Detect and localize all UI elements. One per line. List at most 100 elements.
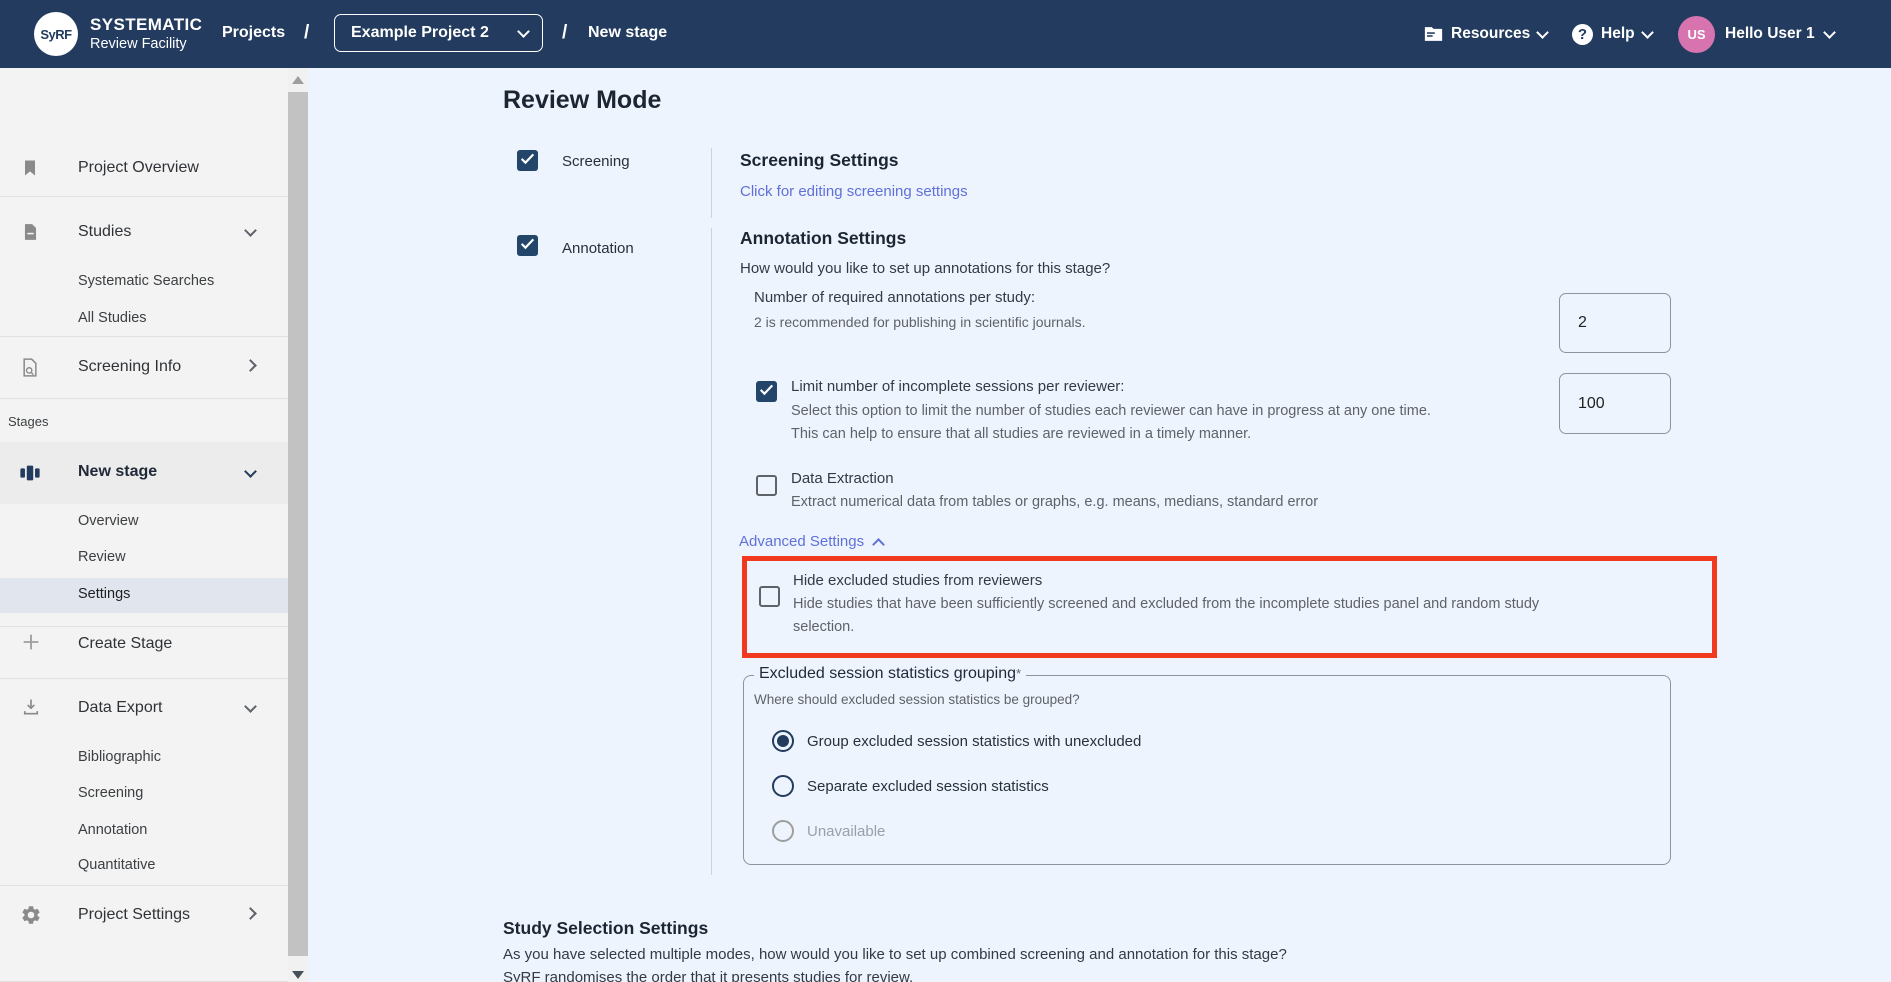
hide-excluded-checkbox[interactable] bbox=[759, 586, 780, 607]
divider bbox=[0, 626, 288, 627]
hide-excluded-desc2: selection. bbox=[793, 619, 854, 635]
sidebar-item-studies[interactable]: Studies bbox=[78, 223, 131, 241]
sidebar-item-review[interactable]: Review bbox=[78, 549, 126, 565]
document-icon bbox=[21, 221, 40, 248]
resources-menu[interactable]: Resources bbox=[1424, 0, 1547, 68]
chevron-down-icon[interactable] bbox=[244, 224, 257, 237]
sidebar-item-new-stage-label[interactable]: New stage bbox=[78, 463, 157, 481]
chevron-down-icon bbox=[517, 25, 530, 38]
divider bbox=[0, 678, 288, 679]
study-selection-heading: Study Selection Settings bbox=[503, 918, 708, 939]
advanced-settings-label: Advanced Settings bbox=[739, 533, 864, 550]
sidebar-item-quantitative[interactable]: Quantitative bbox=[78, 857, 155, 873]
data-extraction-label: Data Extraction bbox=[791, 470, 894, 487]
limit-sessions-label: Limit number of incomplete sessions per … bbox=[791, 378, 1124, 395]
top-navbar: SyRF SYSTEMATIC Review Facility Projects… bbox=[0, 0, 1891, 68]
sidebar-item-screening-info[interactable]: Screening Info bbox=[78, 358, 181, 376]
scroll-down-arrow-icon[interactable] bbox=[292, 971, 304, 979]
project-selector-button[interactable]: Example Project 2 bbox=[334, 14, 543, 52]
help-menu[interactable]: ? Help bbox=[1572, 0, 1652, 68]
plus-icon bbox=[20, 631, 42, 658]
document-search-icon bbox=[20, 356, 40, 384]
chevron-up-icon bbox=[872, 538, 885, 551]
sidebar-item-overview[interactable]: Overview bbox=[78, 513, 138, 529]
screening-mode-label: Screening bbox=[562, 153, 630, 170]
radio-group-with-unexcluded[interactable] bbox=[772, 730, 794, 752]
required-annotations-label: Number of required annotations per study… bbox=[754, 289, 1035, 306]
user-menu[interactable]: US Hello User 1 bbox=[1678, 0, 1834, 68]
sidebar-scrollbar[interactable] bbox=[288, 68, 308, 982]
syrf-logo-icon[interactable]: SyRF bbox=[34, 12, 78, 56]
screening-settings-heading: Screening Settings bbox=[740, 150, 1411, 171]
screening-mode-checkbox[interactable] bbox=[517, 150, 538, 171]
screening-settings-section: Screening Settings Click for editing scr… bbox=[711, 148, 1411, 218]
advanced-settings-toggle[interactable]: Advanced Settings bbox=[739, 533, 883, 550]
sidebar-item-systematic-searches[interactable]: Systematic Searches bbox=[78, 273, 214, 289]
divider bbox=[0, 196, 288, 197]
avatar: US bbox=[1678, 16, 1715, 53]
sidebar-item-project-overview[interactable]: Project Overview bbox=[78, 159, 199, 177]
radio-group-with-unexcluded-label[interactable]: Group excluded session statistics with u… bbox=[807, 733, 1141, 750]
annotation-mode-label: Annotation bbox=[562, 240, 634, 257]
chevron-right-icon[interactable] bbox=[244, 907, 257, 920]
required-marker: * bbox=[1016, 666, 1021, 681]
required-annotations-input[interactable] bbox=[1559, 293, 1671, 353]
download-icon bbox=[21, 697, 41, 722]
sidebar-item-all-studies[interactable]: All Studies bbox=[78, 310, 147, 326]
data-extraction-checkbox[interactable] bbox=[756, 475, 777, 496]
hide-excluded-highlight-box: Hide excluded studies from reviewers Hid… bbox=[742, 556, 1717, 658]
breadcrumb-projects-link[interactable]: Projects bbox=[222, 24, 285, 42]
radio-separate-statistics[interactable] bbox=[772, 775, 794, 797]
resources-label: Resources bbox=[1451, 25, 1530, 43]
sidebar-item-project-settings[interactable]: Project Settings bbox=[78, 906, 190, 924]
limit-sessions-checkbox[interactable] bbox=[756, 381, 777, 402]
logo-subtitle: Review Facility bbox=[90, 36, 187, 52]
sidebar-item-annotation-export[interactable]: Annotation bbox=[78, 822, 147, 838]
excluded-grouping-legend: Excluded session statistics grouping* bbox=[754, 665, 1026, 683]
sidebar-section-stages: Stages bbox=[8, 414, 48, 429]
divider bbox=[0, 336, 288, 337]
breadcrumb-separator: / bbox=[304, 22, 309, 44]
chevron-right-icon[interactable] bbox=[244, 359, 257, 372]
sidebar-item-settings-selected[interactable] bbox=[0, 578, 288, 613]
logo-title: SYSTEMATIC bbox=[90, 15, 202, 35]
user-greeting: Hello User 1 bbox=[1725, 25, 1815, 43]
divider bbox=[0, 885, 288, 886]
edit-screening-settings-link[interactable]: Click for editing screening settings bbox=[740, 183, 1411, 200]
folder-icon bbox=[1424, 26, 1443, 42]
limit-sessions-input[interactable] bbox=[1559, 373, 1671, 434]
check-icon bbox=[520, 237, 535, 250]
excluded-grouping-fieldset: Excluded session statistics grouping* Wh… bbox=[743, 675, 1671, 865]
bookmark-icon bbox=[20, 158, 40, 183]
check-icon bbox=[759, 383, 774, 396]
sidebar-item-create-stage[interactable]: Create Stage bbox=[78, 635, 172, 653]
legend-text: Excluded session statistics grouping bbox=[759, 665, 1016, 682]
chevron-down-icon bbox=[1823, 26, 1836, 39]
sidebar-item-bibliographic[interactable]: Bibliographic bbox=[78, 749, 161, 765]
radio-unavailable bbox=[772, 820, 794, 842]
help-icon: ? bbox=[1572, 24, 1593, 45]
radio-separate-statistics-label[interactable]: Separate excluded session statistics bbox=[807, 778, 1049, 795]
hide-excluded-label: Hide excluded studies from reviewers bbox=[793, 572, 1042, 589]
study-selection-line1: As you have selected multiple modes, how… bbox=[503, 946, 1287, 963]
breadcrumb-stage: New stage bbox=[588, 24, 667, 42]
sidebar-item-data-export[interactable]: Data Export bbox=[78, 699, 162, 717]
annotation-settings-intro: How would you like to set up annotations… bbox=[740, 260, 1891, 277]
help-label: Help bbox=[1601, 25, 1635, 43]
sidebar-item-settings-label[interactable]: Settings bbox=[78, 586, 130, 602]
study-selection-line2: SyRF randomises the order that it presen… bbox=[503, 969, 913, 982]
limit-sessions-desc2: This can help to ensure that all studies… bbox=[791, 426, 1251, 442]
scroll-up-arrow-icon[interactable] bbox=[292, 76, 304, 84]
scrollbar-thumb[interactable] bbox=[288, 92, 308, 956]
page-title: Review Mode bbox=[503, 86, 661, 115]
stage-carousel-icon bbox=[19, 462, 41, 489]
chevron-down-icon bbox=[1536, 26, 1549, 39]
sidebar-nav: Project Overview Studies Systematic Sear… bbox=[0, 68, 288, 982]
annotation-mode-checkbox[interactable] bbox=[517, 235, 538, 256]
project-selector-label: Example Project 2 bbox=[351, 24, 489, 42]
app-window: SyRF SYSTEMATIC Review Facility Projects… bbox=[0, 0, 1891, 982]
chevron-down-icon[interactable] bbox=[244, 700, 257, 713]
chevron-down-icon bbox=[1641, 26, 1654, 39]
sidebar-item-screening-export[interactable]: Screening bbox=[78, 785, 143, 801]
divider bbox=[0, 398, 288, 399]
